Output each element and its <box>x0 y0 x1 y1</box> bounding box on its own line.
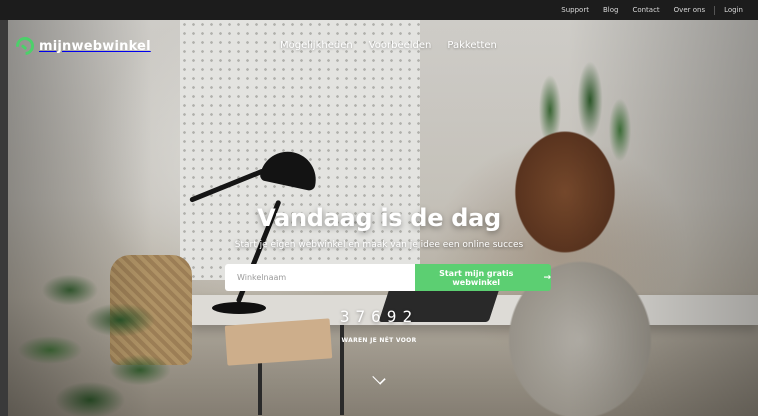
start-webshop-label: Start mijn gratis webwinkel <box>439 268 514 287</box>
menu-item-mogelijkheden[interactable]: Mogelijkheden <box>280 40 353 51</box>
topbar-link-support[interactable]: Support <box>554 6 596 14</box>
top-utility-bar: Support Blog Contact Over ons Login <box>0 0 758 20</box>
logo-icon <box>12 33 38 59</box>
topbar-link-contact[interactable]: Contact <box>625 6 666 14</box>
start-webshop-button[interactable]: Start mijn gratis webwinkel → <box>415 264 551 291</box>
shop-name-input[interactable] <box>225 264 415 291</box>
logo-text: mijnwebwinkel <box>39 38 151 54</box>
main-menu: Mogelijkheden Voorbeelden Pakketten <box>280 40 497 51</box>
signup-form: Start mijn gratis webwinkel → <box>225 264 551 291</box>
menu-item-pakketten[interactable]: Pakketten <box>447 40 496 51</box>
hero-title: Vandaag is de dag <box>257 204 501 232</box>
arrow-right-icon: → <box>543 272 551 283</box>
topbar-divider <box>714 5 716 15</box>
hero-subtitle: Start je eigen webwinkel en maak van je … <box>234 240 524 250</box>
logo[interactable]: mijnwebwinkel <box>12 33 151 59</box>
topbar-link-login[interactable]: Login <box>717 6 750 14</box>
menu-item-voorbeelden[interactable]: Voorbeelden <box>369 40 432 51</box>
shop-counter-label: WAREN JE NÉT VOOR <box>341 337 417 344</box>
topbar-link-over-ons[interactable]: Over ons <box>667 6 712 14</box>
shop-counter: 37692 <box>339 307 419 326</box>
topbar-link-blog[interactable]: Blog <box>596 6 625 14</box>
main-navigation: mijnwebwinkel Mogelijkheden Voorbeelden … <box>0 20 758 72</box>
